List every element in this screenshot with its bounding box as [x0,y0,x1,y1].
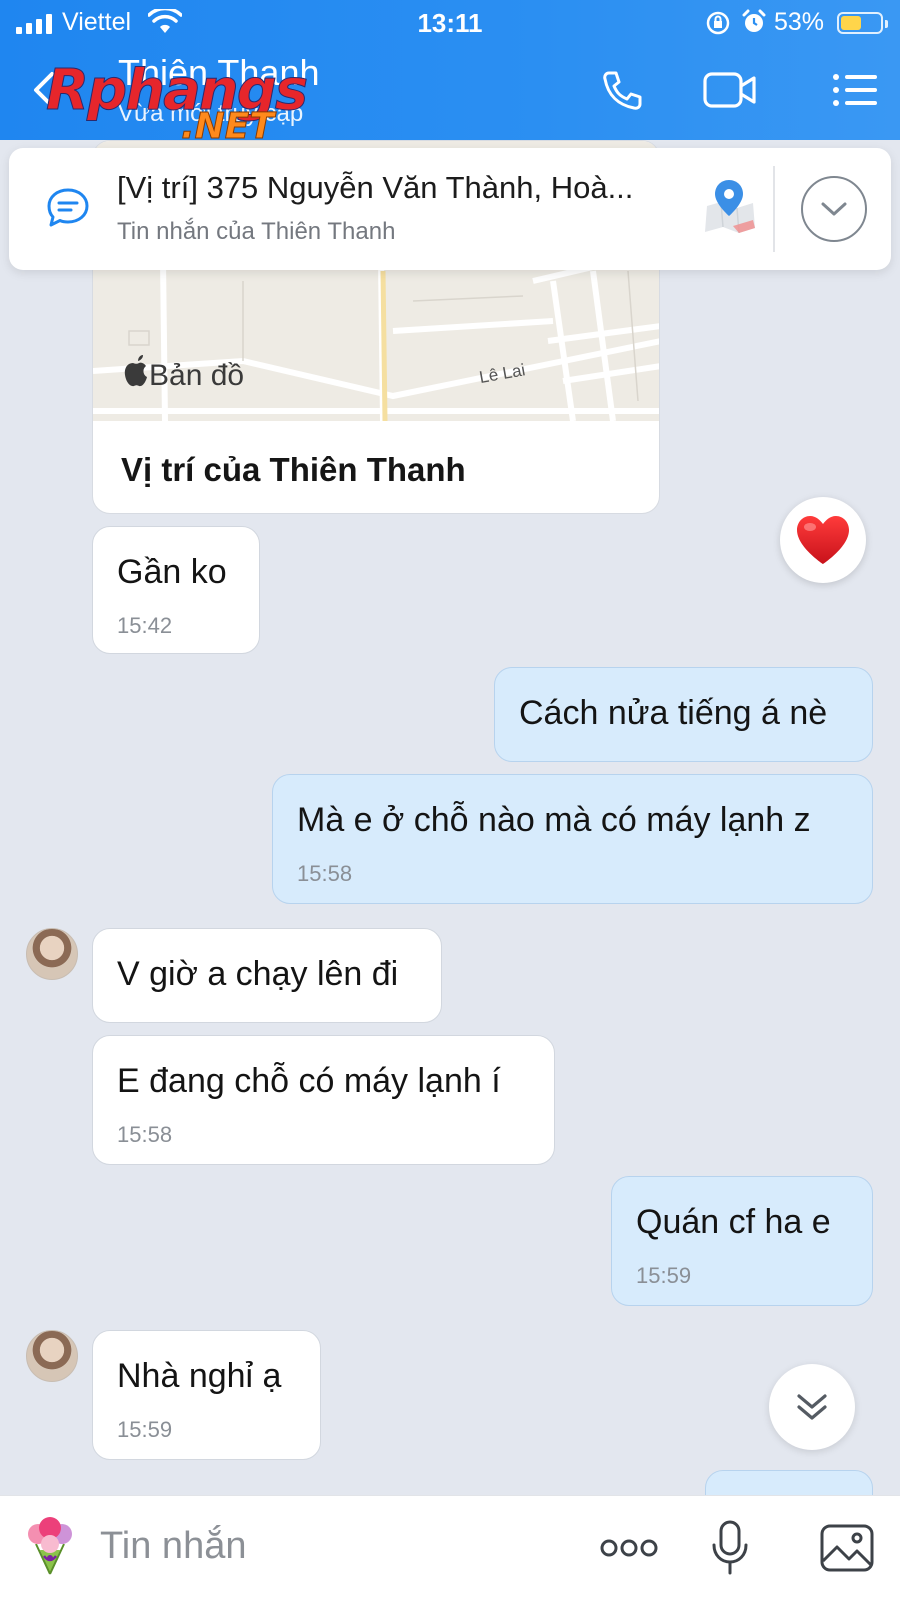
menu-icon [833,74,877,106]
contact-avatar[interactable] [26,928,78,980]
reaction-button[interactable] [780,497,866,583]
battery-icon [837,12,888,34]
message-input[interactable] [100,1516,540,1576]
microphone-icon [712,1520,748,1575]
double-chevron-down-icon [797,1394,827,1420]
message-composer [0,1495,900,1600]
pinned-message-banner[interactable]: [Vị trí] 375 Nguyễn Văn Thành, Hoà... Ti… [9,148,891,270]
message-text: Gần ko [117,553,227,591]
message-bubble-incoming[interactable]: Nhà nghỉ ạ 15:59 [92,1330,321,1460]
heart-icon [797,516,849,564]
message-bubble-outgoing[interactable]: Quán cf ha e 15:59 [611,1176,873,1306]
map-pin-icon [705,180,755,234]
message-text: E đang chỗ có máy lạnh í [117,1062,501,1100]
map-brand-label: Bản đồ [149,359,244,392]
message-bubble-incoming[interactable]: V giờ a chạy lên đi [92,928,442,1023]
banner-divider [773,166,775,252]
message-text: Mà e ở chỗ nào mà có máy lạnh z [297,801,811,839]
location-card-title: Vị trí của Thiên Thanh [121,451,466,488]
video-call-button[interactable] [702,66,758,114]
chat-header: Viettel 13:11 53% Thiên Thanh Vừa mới tr… [0,0,900,148]
message-time: 15:42 [117,613,173,638]
menu-button[interactable] [830,66,880,114]
phone-icon [603,71,642,110]
message-text: Cách nửa tiếng á nè [519,694,828,732]
video-icon [703,72,756,108]
message-bubble-incoming[interactable]: Gần ko 15:42 [92,526,260,654]
more-dots-icon [600,1539,658,1557]
orientation-lock-icon [706,11,730,35]
message-time: 15:59 [636,1263,692,1288]
pinned-message-sender: Tin nhắn của Thiên Thanh [117,218,396,245]
alarm-icon [742,9,766,32]
status-bar: Viettel 13:11 53% [0,0,900,46]
message-time: 15:58 [297,861,353,886]
contact-status: Vừa mới truy cập [118,100,304,127]
message-text: V giờ a chạy lên đi [117,955,399,993]
scroll-to-bottom-button[interactable] [769,1364,855,1450]
message-time: 15:58 [117,1122,173,1147]
voice-record-button[interactable] [700,1518,760,1578]
pinned-message-title: [Vị trí] 375 Nguyễn Văn Thành, Hoà... [117,170,634,205]
image-icon [820,1524,874,1572]
message-bubble-incoming[interactable]: E đang chỗ có máy lạnh í 15:58 [92,1035,555,1165]
chevron-down-icon [821,202,847,216]
contact-avatar[interactable] [26,1330,78,1382]
sticker-bouquet-icon[interactable] [22,1514,78,1576]
back-chevron-icon[interactable] [30,70,60,110]
message-time: 15:59 [117,1417,173,1442]
expand-pinned-button[interactable] [801,176,867,242]
message-bubble-icon [47,188,89,227]
photo-button[interactable] [816,1518,878,1578]
more-button[interactable] [597,1518,661,1578]
message-bubble-outgoing[interactable]: Mà e ở chỗ nào mà có máy lạnh z 15:58 [272,774,873,904]
message-bubble-outgoing[interactable]: Cách nửa tiếng á nè [494,667,873,762]
message-text: Nhà nghỉ ạ [117,1357,282,1395]
contact-name[interactable]: Thiên Thanh [118,52,319,94]
call-button[interactable] [597,66,647,114]
battery-percent: 53% [774,8,825,36]
message-text: Quán cf ha e [636,1203,831,1241]
